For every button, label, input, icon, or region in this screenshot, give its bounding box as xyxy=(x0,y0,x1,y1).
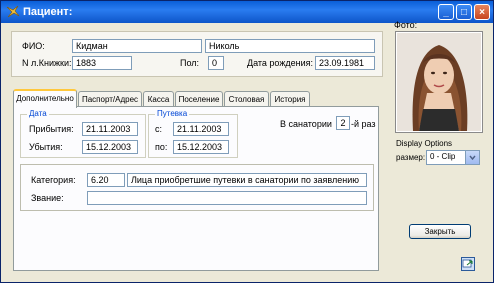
photo-size-value: 0 - Clip xyxy=(430,152,456,161)
category-description-field[interactable]: Лица приобретшие путевки в санатории по … xyxy=(127,173,367,187)
category-code-field[interactable]: 6.20 xyxy=(87,173,125,187)
photo-size-label: размер: xyxy=(396,153,426,162)
export-icon[interactable] xyxy=(461,257,475,271)
tab-additional[interactable]: Дополнительно xyxy=(13,89,77,108)
voucher-to-label: по: xyxy=(155,142,168,152)
departure-label: Убытия: xyxy=(29,142,63,152)
departure-date-field[interactable]: 15.12.2003 xyxy=(82,140,138,154)
title-bar[interactable]: Пациент: _ □ × xyxy=(1,1,493,23)
card-number-field[interactable]: 1883 xyxy=(72,56,132,70)
sanatorium-visits-suffix: -й раз xyxy=(351,119,376,129)
fio-label: ФИО: xyxy=(22,41,45,51)
patient-photo xyxy=(397,33,481,131)
voucher-from-field[interactable]: 21.11.2003 xyxy=(173,122,229,136)
sanatorium-visits-label: В санатории xyxy=(280,119,332,129)
dates-group: Дата Прибытия: 21.11.2003 Убытия: 15.12.… xyxy=(20,109,146,158)
voucher-from-label: с: xyxy=(155,124,163,134)
tab-dining[interactable]: Столовая xyxy=(224,91,269,107)
voucher-group-legend: Путевка xyxy=(155,109,190,118)
patient-header-panel: ФИО: Кидман Николь N л.Книжки: 1883 Пол:… xyxy=(11,31,383,77)
last-name-field[interactable]: Кидман xyxy=(72,39,202,53)
voucher-group: Путевка с: 21.11.2003 по: 15.12.2003 xyxy=(148,109,238,158)
tab-cashier[interactable]: Касса xyxy=(143,91,174,107)
category-label: Категория: xyxy=(31,175,76,185)
close-window-button[interactable]: × xyxy=(474,4,490,20)
birth-date-field[interactable]: 23.09.1981 xyxy=(315,56,375,70)
tab-accommodation[interactable]: Поселение xyxy=(175,91,223,107)
display-options-label: Display Options xyxy=(396,139,453,148)
tab-history[interactable]: История xyxy=(270,91,310,107)
minimize-icon: _ xyxy=(443,7,449,18)
chevron-down-glyph xyxy=(469,155,476,161)
minimize-button[interactable]: _ xyxy=(438,4,454,20)
voucher-to-field[interactable]: 15.12.2003 xyxy=(173,140,229,154)
birth-date-label: Дата рождения: xyxy=(247,58,313,68)
arrival-date-field[interactable]: 21.11.2003 xyxy=(82,122,138,136)
photo-label: Фото: xyxy=(394,20,418,30)
chevron-down-icon[interactable] xyxy=(465,151,479,164)
maximize-button[interactable]: □ xyxy=(456,4,472,20)
export-glyph xyxy=(462,259,473,268)
close-button[interactable]: Закрыть xyxy=(409,224,471,239)
tab-passport-address[interactable]: Паспорт/Адрес xyxy=(78,91,142,107)
maximize-icon: □ xyxy=(460,7,468,18)
tab-page-additional: Дата Прибытия: 21.11.2003 Убытия: 15.12.… xyxy=(13,106,379,271)
photo-size-select[interactable]: 0 - Clip xyxy=(426,150,480,165)
rank-field[interactable] xyxy=(87,191,367,205)
sex-field[interactable]: 0 xyxy=(208,56,224,70)
window-title: Пациент: xyxy=(23,6,73,18)
sex-label: Пол: xyxy=(180,58,200,68)
close-icon: × xyxy=(479,7,485,18)
arrival-label: Прибытия: xyxy=(29,124,74,134)
app-icon xyxy=(6,5,20,18)
dates-group-legend: Дата xyxy=(27,109,49,118)
sanatorium-visits-field[interactable]: 2 xyxy=(336,116,350,130)
photo-frame xyxy=(395,31,483,133)
category-group: Категория: 6.20 Лица приобретшие путевки… xyxy=(20,164,374,211)
first-name-field[interactable]: Николь xyxy=(205,39,375,53)
rank-label: Звание: xyxy=(31,193,64,203)
patient-window: Пациент: _ □ × ФИО: Кидман Николь N л.Кн… xyxy=(0,0,494,283)
card-number-label: N л.Книжки: xyxy=(22,58,72,68)
